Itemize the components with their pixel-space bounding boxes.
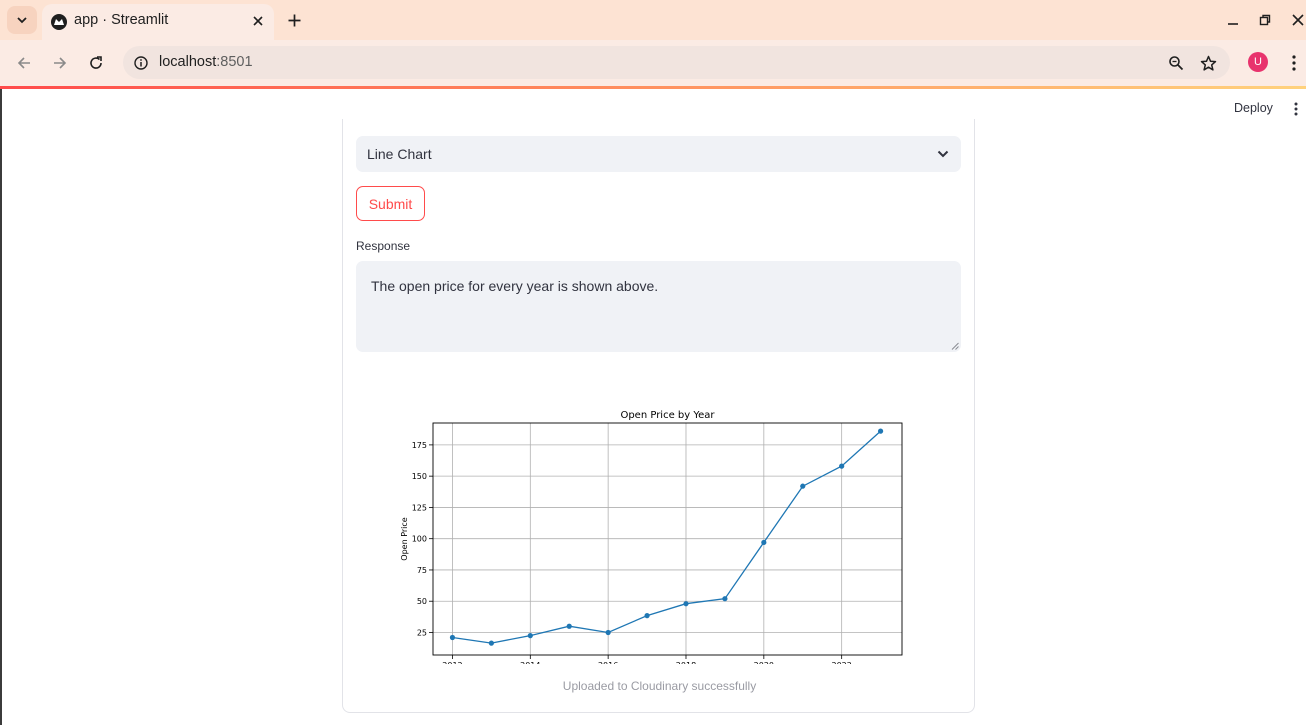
y-tick-label: 125 (412, 503, 427, 512)
x-tick-label: 2014 (520, 661, 540, 664)
x-tick-label: 2022 (831, 661, 851, 664)
browser-toolbar: localhost:8501 U (0, 40, 1306, 86)
reload-icon[interactable] (84, 51, 108, 75)
tab-title: app · Streamlit (74, 12, 169, 28)
data-point (722, 596, 728, 602)
deploy-button[interactable]: Deploy (1228, 99, 1279, 117)
tab-list-icon[interactable] (7, 6, 37, 34)
active-tab[interactable]: app · Streamlit (42, 4, 274, 40)
resize-handle-icon[interactable] (951, 342, 959, 350)
y-tick-label: 150 (412, 472, 427, 481)
avatar[interactable]: U (1248, 52, 1268, 72)
streamlit-app: Deploy Line Chart Submit Response The op… (0, 89, 1306, 725)
response-textarea[interactable]: The open price for every year is shown a… (356, 261, 961, 352)
data-point (761, 539, 767, 546)
data-point (488, 640, 494, 646)
minimize-icon[interactable] (1223, 10, 1243, 30)
y-tick-label: 75 (417, 566, 427, 575)
x-tick-label: 2018 (676, 661, 696, 664)
open-price-chart: 25 50 75 100 125 150 175 2012 2014 2016 2018 2020 20… (400, 410, 903, 681)
x-tick-label: 2016 (598, 661, 618, 664)
back-icon[interactable] (12, 51, 36, 75)
restore-icon[interactable] (1255, 10, 1275, 30)
browser-tab-bar: app · Streamlit (0, 0, 1306, 40)
select-value: Line Chart (367, 146, 432, 162)
chart-type-select[interactable]: Line Chart (356, 136, 961, 172)
data-point (839, 463, 845, 469)
data-point (527, 633, 533, 639)
chart-image: 25 50 75 100 125 150 175 2012 2014 2016 2018 2020 20… (396, 384, 908, 681)
app-menu-icon[interactable] (1288, 99, 1304, 119)
response-label: Response (356, 239, 411, 253)
data-point (644, 613, 650, 619)
chevron-down-icon (935, 146, 951, 162)
chart-title: Open Price by Year (620, 410, 715, 421)
streamlit-favicon (51, 14, 67, 30)
submit-button[interactable]: Submit (356, 186, 425, 221)
data-point (605, 629, 611, 636)
bookmark-star-icon[interactable] (1198, 53, 1218, 73)
x-tick-label: 2020 (754, 661, 774, 664)
upload-status-caption: Uploaded to Cloudinary successfully (562, 679, 757, 693)
response-text: The open price for every year is shown a… (371, 278, 659, 294)
url-text: localhost:8501 (159, 54, 253, 70)
y-tick-label: 50 (417, 597, 427, 606)
plus-icon[interactable] (282, 8, 306, 32)
data-point (800, 483, 806, 489)
data-point (877, 428, 884, 434)
y-axis-label: Open Price (400, 517, 409, 561)
url-port: :8501 (216, 54, 253, 70)
close-window-icon[interactable] (1288, 10, 1306, 30)
address-bar[interactable]: localhost:8501 (123, 46, 1230, 79)
kebab-menu-icon[interactable] (1284, 51, 1304, 75)
y-tick-label: 25 (417, 628, 427, 637)
site-info-icon[interactable] (131, 53, 151, 73)
data-point (683, 601, 689, 607)
y-tick-label: 175 (412, 441, 427, 450)
y-tick-label: 100 (412, 535, 427, 544)
close-icon[interactable] (248, 11, 268, 31)
x-tick-label: 2012 (442, 661, 462, 664)
zoom-icon[interactable] (1166, 53, 1186, 73)
forward-icon[interactable] (48, 51, 72, 75)
data-point (566, 623, 572, 629)
url-host: localhost (159, 54, 217, 70)
data-point (449, 634, 456, 641)
form-container: Line Chart Submit Response The open pric… (342, 119, 975, 713)
